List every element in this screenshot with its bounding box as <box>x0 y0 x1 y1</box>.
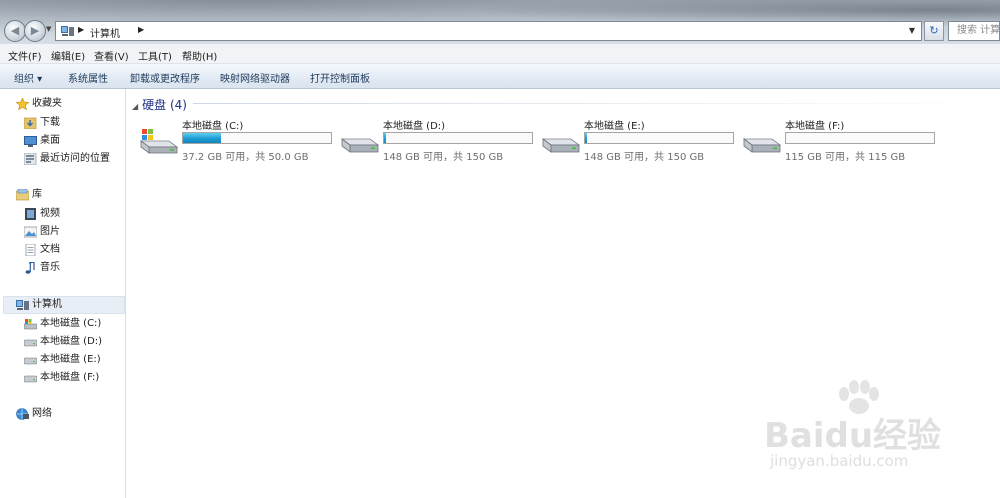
drive-tile-c[interactable]: 本地磁盘 (C:) 37.2 GB 可用，共 50.0 GB <box>139 117 339 163</box>
library-icon <box>16 189 29 201</box>
recent-places-icon <box>24 153 37 165</box>
drive-usage-bar <box>182 132 332 144</box>
documents-library-icon <box>25 244 36 256</box>
refresh-button[interactable]: ↻ <box>924 21 944 41</box>
navigation-pane: 收藏夹 下载 桌面 最近访问的位置 库 视频 图片 文档 音乐 计算机 本地磁盘… <box>0 89 126 498</box>
drive-tile-d[interactable]: 本地磁盘 (D:) 148 GB 可用，共 150 GB <box>340 117 540 163</box>
search-input[interactable]: 搜索 计算机 <box>948 21 1000 41</box>
map-network-drive-button[interactable]: 映射网络驱动器 <box>220 70 290 85</box>
hard-drive-icon <box>742 138 782 153</box>
menu-bar: 文件(F) 编辑(E) 查看(V) 工具(T) 帮助(H) <box>0 44 1000 64</box>
group-title: 硬盘 (4) <box>142 98 187 112</box>
breadcrumb-separator-icon[interactable]: ▶ <box>138 25 144 34</box>
command-bar: 组织 ▾ 系统属性 卸载或更改程序 映射网络驱动器 打开控制面板 <box>0 64 1000 89</box>
hard-drive-icon <box>24 357 37 365</box>
hard-drive-icon <box>24 375 37 383</box>
drive-name: 本地磁盘 (F:) <box>785 121 845 132</box>
video-library-icon <box>25 208 36 220</box>
drive-name: 本地磁盘 (C:) <box>182 121 244 132</box>
breadcrumb-separator-icon[interactable]: ▶ <box>78 25 84 34</box>
menu-file[interactable]: 文件(F) <box>8 48 42 63</box>
refresh-icon: ↻ <box>929 24 939 37</box>
drive-free-space: 115 GB 可用，共 115 GB <box>785 152 906 163</box>
drive-free-space: 37.2 GB 可用，共 50.0 GB <box>182 152 309 163</box>
pictures-library-icon <box>24 226 37 238</box>
computer-icon <box>16 300 29 310</box>
baidu-jingyan-watermark: Baidu经验 jingyan.baidu.com <box>764 380 964 480</box>
drive-usage-fill <box>585 133 587 143</box>
drive-usage-fill <box>183 133 221 143</box>
menu-help[interactable]: 帮助(H) <box>182 48 217 63</box>
system-properties-button[interactable]: 系统属性 <box>68 70 108 85</box>
breadcrumb-computer[interactable]: 计算机 <box>90 25 120 40</box>
collapse-triangle-icon[interactable]: ◢ <box>132 102 138 111</box>
menu-tools[interactable]: 工具(T) <box>138 48 172 63</box>
watermark-brand: Baidu经验 <box>764 416 942 456</box>
system-drive-icon <box>139 129 179 154</box>
music-library-icon <box>25 262 35 274</box>
address-dropdown-icon[interactable]: ▼ <box>905 24 919 38</box>
network-icon <box>16 408 29 420</box>
group-header-hard-disks[interactable]: ◢ 硬盘 (4) <box>132 96 187 113</box>
hard-drive-icon <box>541 138 581 153</box>
drive-tile-f[interactable]: 本地磁盘 (F:) 115 GB 可用，共 115 GB <box>742 117 942 163</box>
drive-usage-bar <box>785 132 935 144</box>
hard-drive-icon <box>340 138 380 153</box>
watermark-url: jingyan.baidu.com <box>770 452 909 470</box>
organize-button[interactable]: 组织 ▾ <box>14 70 42 85</box>
menu-view[interactable]: 查看(V) <box>94 48 129 63</box>
hard-drive-icon <box>24 339 37 347</box>
back-button[interactable]: ◀ <box>4 20 26 42</box>
drive-name: 本地磁盘 (D:) <box>383 121 446 132</box>
drive-usage-bar <box>584 132 734 144</box>
drive-free-space: 148 GB 可用，共 150 GB <box>584 152 705 163</box>
uninstall-program-button[interactable]: 卸载或更改程序 <box>130 70 200 85</box>
recent-pages-dropdown-icon[interactable]: ▼ <box>46 25 51 33</box>
drive-free-space: 148 GB 可用，共 150 GB <box>383 152 504 163</box>
title-bar: ◀ ▶ ▼ ▶ 计算机 ▶ ▼ ↻ 搜索 计算机 <box>0 0 1000 44</box>
system-drive-icon <box>24 319 37 330</box>
computer-icon <box>61 26 74 36</box>
drive-tile-e[interactable]: 本地磁盘 (E:) 148 GB 可用，共 150 GB <box>541 117 741 163</box>
star-icon <box>16 98 29 110</box>
group-divider <box>193 103 993 104</box>
drive-usage-bar <box>383 132 533 144</box>
drive-name: 本地磁盘 (E:) <box>584 121 645 132</box>
forward-arrow-icon: ▶ <box>30 24 40 37</box>
desktop-icon <box>24 136 37 147</box>
open-control-panel-button[interactable]: 打开控制面板 <box>310 70 370 85</box>
downloads-folder-icon <box>24 117 37 129</box>
back-arrow-icon: ◀ <box>10 24 20 37</box>
forward-button[interactable]: ▶ <box>24 20 46 42</box>
address-bar[interactable]: ▶ 计算机 ▶ ▼ <box>55 21 922 41</box>
drive-usage-fill <box>384 133 386 143</box>
menu-edit[interactable]: 编辑(E) <box>51 48 85 63</box>
